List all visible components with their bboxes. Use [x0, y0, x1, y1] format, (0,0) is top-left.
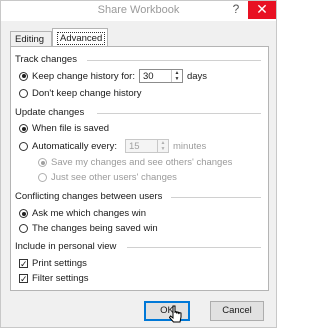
ok-button[interactable]: OK	[144, 301, 190, 321]
dont-keep-label[interactable]: Don't keep change history	[32, 88, 142, 99]
tab-advanced[interactable]: Advanced	[52, 28, 108, 47]
title-bar: Share Workbook ? ✕	[1, 1, 276, 21]
cancel-button[interactable]: Cancel	[210, 301, 264, 321]
dont-keep-row: Don't keep change history	[19, 88, 142, 99]
just-see-radio[interactable]	[38, 173, 47, 182]
personal-view-heading: Include in personal view	[15, 241, 117, 252]
print-settings-row: ✓ Print settings	[19, 258, 87, 269]
just-see-label[interactable]: Just see other users' changes	[51, 172, 177, 183]
when-saved-row: When file is saved	[19, 123, 109, 134]
keep-history-row: Keep change history for: 30 ▲ ▼ days	[19, 69, 207, 83]
filter-settings-label[interactable]: Filter settings	[32, 273, 89, 284]
ask-me-label[interactable]: Ask me which changes win	[32, 208, 146, 219]
being-saved-label[interactable]: The changes being saved win	[32, 223, 158, 234]
update-changes-heading: Update changes	[15, 107, 85, 118]
share-workbook-dialog: Share Workbook ? ✕ Editing Advanced Trac…	[0, 0, 277, 328]
dont-keep-radio[interactable]	[19, 89, 28, 98]
being-saved-radio[interactable]	[19, 224, 28, 233]
print-settings-label[interactable]: Print settings	[32, 258, 87, 269]
tab-advanced-label: Advanced	[57, 32, 106, 45]
auto-update-row: Automatically every: 15 ▲ ▼ minutes	[19, 139, 206, 153]
spin-down-icon[interactable]: ▼	[158, 146, 168, 152]
being-saved-row: The changes being saved win	[19, 223, 158, 234]
divider	[87, 60, 261, 61]
divider	[127, 247, 261, 248]
history-days-stepper[interactable]: 30 ▲ ▼	[138, 69, 183, 83]
ask-me-row: Ask me which changes win	[19, 208, 146, 219]
help-icon[interactable]: ?	[227, 1, 245, 19]
divider	[171, 197, 261, 198]
conflicting-heading: Conflicting changes between users	[15, 191, 163, 202]
save-mine-row: Save my changes and see others' changes	[38, 157, 232, 168]
just-see-row: Just see other users' changes	[38, 172, 177, 183]
minutes-value[interactable]: 15	[126, 141, 157, 152]
print-settings-checkbox[interactable]: ✓	[19, 259, 28, 269]
spin-down-icon[interactable]: ▼	[172, 76, 182, 82]
save-mine-radio[interactable]	[38, 158, 47, 167]
divider	[97, 113, 261, 114]
save-mine-label[interactable]: Save my changes and see others' changes	[51, 157, 232, 168]
close-icon[interactable]: ✕	[248, 1, 276, 19]
keep-history-radio[interactable]	[19, 71, 28, 81]
filter-settings-row: ✓ Filter settings	[19, 273, 89, 284]
track-changes-heading: Track changes	[15, 54, 77, 65]
auto-update-label[interactable]: Automatically every:	[32, 141, 117, 152]
ask-me-radio[interactable]	[19, 209, 28, 218]
keep-history-label[interactable]: Keep change history for:	[32, 71, 135, 82]
auto-update-radio[interactable]	[19, 141, 28, 151]
history-days-value[interactable]: 30	[140, 71, 171, 82]
advanced-panel: Track changes Keep change history for: 3…	[10, 46, 269, 291]
history-days-unit: days	[186, 70, 208, 82]
tab-strip: Editing Advanced	[1, 21, 276, 47]
minutes-unit: minutes	[173, 140, 207, 152]
tab-editing[interactable]: Editing	[10, 31, 52, 46]
minutes-stepper[interactable]: 15 ▲ ▼	[125, 139, 170, 153]
mouse-cursor-icon	[169, 305, 182, 323]
filter-settings-checkbox[interactable]: ✓	[19, 274, 28, 284]
when-saved-radio[interactable]	[19, 124, 28, 133]
when-saved-label[interactable]: When file is saved	[32, 123, 109, 134]
